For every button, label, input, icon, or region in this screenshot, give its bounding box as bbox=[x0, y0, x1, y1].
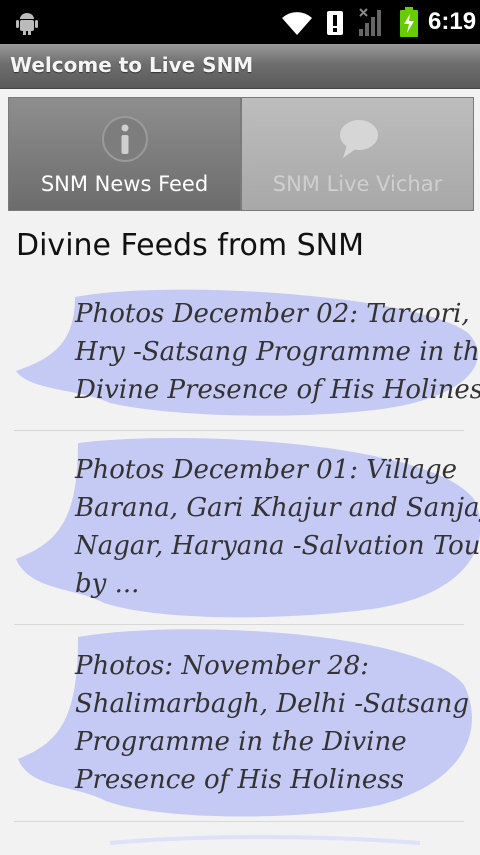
status-bar: 6:19 bbox=[0, 0, 480, 44]
app-title: Welcome to Live SNM bbox=[10, 53, 254, 77]
wifi-icon bbox=[282, 12, 312, 35]
feed-item-title: Photos: November 28: Shalimarbagh, Delhi… bbox=[75, 651, 469, 795]
feed-item[interactable]: Photos December 02: Taraori, Hry -Satsan… bbox=[0, 285, 480, 431]
feed-item-title: Photos December 02: Taraori, Hry -Satsan… bbox=[75, 299, 480, 405]
tab-snm-news-feed[interactable]: SNM News Feed bbox=[9, 98, 240, 210]
android-icon bbox=[16, 13, 38, 35]
tab-snm-live-vichar[interactable]: SNM Live Vichar bbox=[242, 98, 473, 210]
signal-icon bbox=[359, 8, 381, 36]
app-title-bar: Welcome to Live SNM bbox=[0, 44, 480, 89]
feed-list: Photos December 02: Taraori, Hry -Satsan… bbox=[0, 285, 480, 855]
info-icon bbox=[101, 116, 148, 162]
feed-heading: Divine Feeds from SNM bbox=[16, 228, 364, 263]
feed-item[interactable]: Photos December 01: Village Barana, Gari… bbox=[0, 431, 480, 625]
tab-bar: SNM News Feed SNM Live Vichar bbox=[8, 97, 474, 211]
feed-item[interactable]: Photos: November 28: Shalimarbagh, Delhi… bbox=[0, 625, 480, 855]
alert-icon bbox=[327, 11, 343, 35]
divider bbox=[14, 821, 464, 822]
feed-item-title: Photos December 01: Village Barana, Gari… bbox=[75, 455, 480, 599]
tab-label: SNM News Feed bbox=[40, 172, 209, 196]
battery-icon bbox=[400, 7, 418, 37]
speech-bubble-icon bbox=[339, 120, 378, 158]
status-time: 6:19 bbox=[428, 8, 477, 35]
tab-label: SNM Live Vichar bbox=[272, 172, 443, 196]
